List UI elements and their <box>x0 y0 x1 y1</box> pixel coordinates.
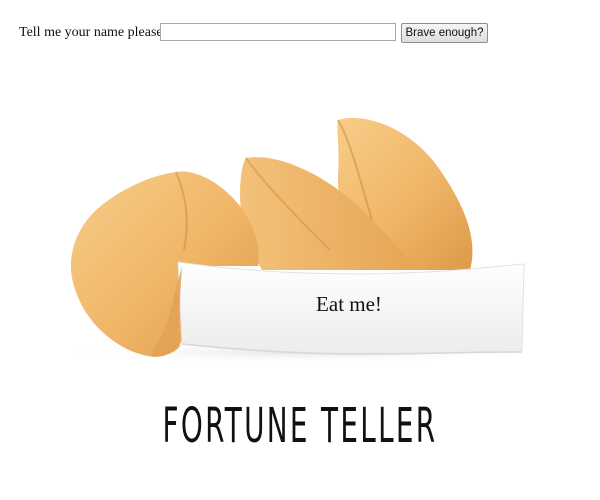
fortune-cookie-image <box>0 100 600 380</box>
name-form: Tell me your name please: Brave enough? <box>0 22 600 44</box>
name-input[interactable] <box>160 23 396 41</box>
name-label: Tell me your name please: <box>19 25 167 40</box>
page-title-text: FORTUNE TELLER <box>162 398 438 454</box>
brave-enough-button[interactable]: Brave enough? <box>401 23 488 43</box>
page-title: FORTUNE TELLER <box>0 398 600 454</box>
fortune-cookies-illustration <box>50 117 550 364</box>
fortune-message: Eat me! <box>316 292 382 316</box>
